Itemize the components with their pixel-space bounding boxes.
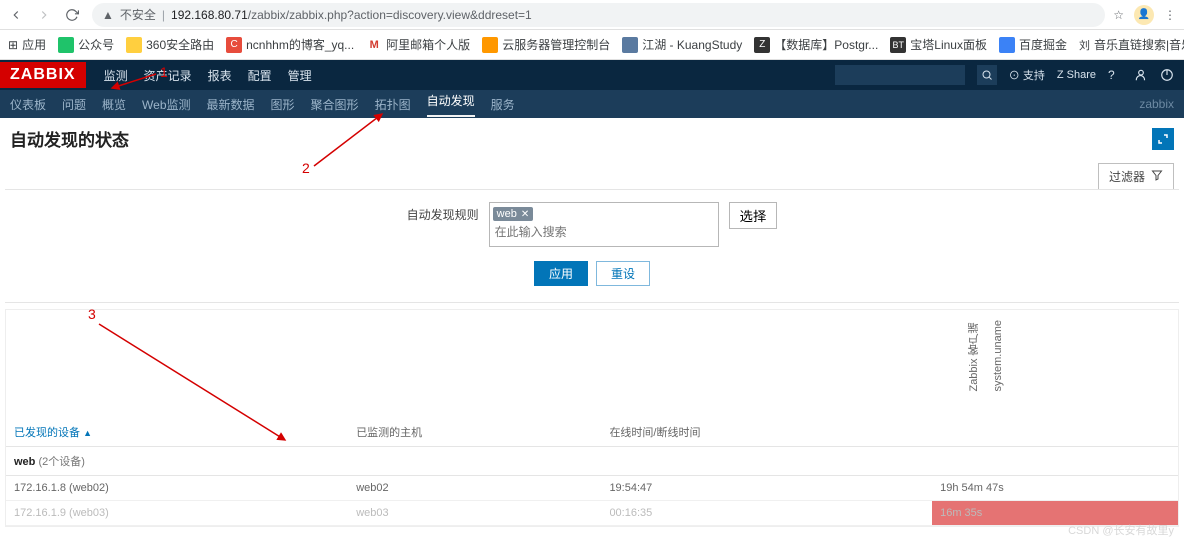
- apply-button[interactable]: 应用: [534, 261, 588, 286]
- filter-tab-bar: 过滤器: [0, 159, 1184, 189]
- sub-services[interactable]: 服务: [491, 96, 515, 113]
- address-bar[interactable]: ▲ 不安全 | 192.168.80.71/zabbix/zabbix.php?…: [92, 3, 1105, 27]
- watermark: CSDN @长安有故里y: [1068, 522, 1174, 538]
- bookmark-icon: [622, 37, 638, 53]
- bookmark-icon: M: [366, 37, 382, 53]
- reset-button[interactable]: 重设: [596, 261, 650, 286]
- col-discovered-device[interactable]: 已发现的设备 ▲: [6, 418, 348, 447]
- search-icon: [981, 69, 993, 81]
- bookmark-item[interactable]: 刘音乐直链搜索|音乐...: [1079, 36, 1184, 53]
- bookmark-item[interactable]: 江湖 - KuangStudy: [622, 36, 742, 53]
- filter-tab[interactable]: 过滤器: [1098, 163, 1174, 189]
- sub-screens[interactable]: 聚合图形: [311, 96, 359, 113]
- logo[interactable]: ZABBIX: [0, 62, 86, 88]
- tag-remove-icon[interactable]: ✕: [521, 209, 529, 220]
- page-title-row: 自动发现的状态: [0, 118, 1184, 159]
- nav-administration[interactable]: 管理: [288, 67, 312, 84]
- col-check: [932, 418, 1178, 447]
- page-title: 自动发现的状态: [10, 126, 129, 151]
- bookmark-item[interactable]: M阿里邮箱个人版: [366, 36, 470, 53]
- bookmark-item[interactable]: 百度掘金: [999, 36, 1067, 53]
- bookmark-item[interactable]: 公众号: [58, 36, 114, 53]
- cell-device: 172.16.1.9 (web03): [6, 501, 348, 526]
- cell-device: 172.16.1.8 (web02): [6, 476, 348, 501]
- nav-inventory[interactable]: 资产记录: [144, 67, 192, 84]
- cell-uptime: 00:16:35: [601, 501, 932, 526]
- result-area: Zabbix 客户端 system.uname 已发现的设备 ▲ 已监测的主机 …: [5, 309, 1179, 527]
- bookmark-icon: [482, 37, 498, 53]
- bookmark-icon: [58, 37, 74, 53]
- sub-problems[interactable]: 问题: [62, 96, 86, 113]
- sub-web[interactable]: Web监测: [142, 96, 190, 113]
- table-row: 172.16.1.8 (web02) web02 19:54:47 19h 54…: [6, 476, 1178, 501]
- profile-avatar[interactable]: 👤: [1134, 5, 1154, 25]
- insecure-label: 不安全: [120, 6, 156, 23]
- cell-host: web02: [348, 476, 601, 501]
- nav-monitoring[interactable]: 监测: [104, 67, 128, 84]
- col-monitored-host: 已监测的主机: [348, 418, 601, 447]
- kebab-menu-icon[interactable]: ⋮: [1164, 8, 1176, 22]
- sub-nav: 仪表板 问题 概览 Web监测 最新数据 图形 聚合图形 拓扑图 自动发现 服务…: [0, 90, 1184, 118]
- main-nav: 监测 资产记录 报表 配置 管理: [104, 67, 312, 84]
- cell-uptime: 19:54:47: [601, 476, 932, 501]
- bookmark-bar: ⊞应用 公众号 360安全路由 Cncnhhm的博客_yq... M阿里邮箱个人…: [0, 30, 1184, 60]
- bookmark-item[interactable]: Z【数据库】Postgr...: [754, 36, 878, 53]
- insecure-icon: ▲: [102, 8, 114, 22]
- bookmark-icon: BT: [890, 37, 906, 53]
- group-row: web (2个设备): [6, 447, 1178, 476]
- apps-icon: ⊞: [8, 38, 18, 52]
- vertical-label: system.uname: [992, 320, 1004, 392]
- discovery-rule-multiselect[interactable]: web ✕: [489, 202, 719, 247]
- nav-configuration[interactable]: 配置: [248, 67, 272, 84]
- search-button[interactable]: [977, 65, 997, 85]
- app-header: ZABBIX 监测 资产记录 报表 配置 管理 ⊙ 支持 Z Share ?: [0, 60, 1184, 90]
- cell-host: web03: [348, 501, 601, 526]
- url-host: 192.168.80.71: [171, 8, 248, 22]
- sub-overview[interactable]: 概览: [102, 96, 126, 113]
- help-icon[interactable]: ?: [1108, 68, 1122, 82]
- back-icon[interactable]: [8, 7, 24, 23]
- bookmark-item[interactable]: BT宝塔Linux面板: [890, 36, 987, 53]
- bookmark-icon: C: [226, 37, 242, 53]
- support-link[interactable]: ⊙ 支持: [1009, 67, 1045, 83]
- bookmark-item[interactable]: 360安全路由: [126, 36, 214, 53]
- sort-asc-icon: ▲: [83, 428, 92, 438]
- sub-brand: zabbix: [1139, 97, 1174, 111]
- url-rest: /zabbix/zabbix.php?action=discovery.view…: [248, 8, 532, 22]
- reload-icon[interactable]: [64, 7, 80, 23]
- sub-graphs[interactable]: 图形: [271, 96, 295, 113]
- col-uptime: 在线时间/断线时间: [601, 418, 932, 447]
- filter-panel: 自动发现规则 web ✕ 选择 应用 重设: [5, 189, 1179, 303]
- nav-reports[interactable]: 报表: [208, 67, 232, 84]
- forward-icon[interactable]: [36, 7, 52, 23]
- global-search-input[interactable]: [835, 65, 965, 85]
- sub-latest[interactable]: 最新数据: [207, 96, 255, 113]
- discovery-table: 已发现的设备 ▲ 已监测的主机 在线时间/断线时间 web (2个设备) 172…: [6, 418, 1178, 526]
- fullscreen-button[interactable]: [1152, 128, 1174, 150]
- bookmark-item[interactable]: 云服务器管理控制台: [482, 36, 610, 53]
- vertical-label: Zabbix 客户端: [966, 320, 982, 392]
- table-row: 172.16.1.9 (web03) web03 00:16:35 16m 35…: [6, 501, 1178, 526]
- user-icon[interactable]: [1134, 68, 1148, 82]
- browser-toolbar: ▲ 不安全 | 192.168.80.71/zabbix/zabbix.php?…: [0, 0, 1184, 30]
- select-button[interactable]: 选择: [729, 202, 778, 229]
- sub-discovery[interactable]: 自动发现: [427, 92, 475, 117]
- sub-maps[interactable]: 拓扑图: [375, 96, 411, 113]
- multiselect-input[interactable]: [493, 221, 715, 243]
- vertical-labels: Zabbix 客户端 system.uname: [966, 320, 1048, 392]
- bookmark-icon: [999, 37, 1015, 53]
- apps-button[interactable]: ⊞应用: [8, 36, 46, 53]
- filter-icon: [1151, 169, 1163, 184]
- share-link[interactable]: Z Share: [1057, 69, 1096, 81]
- cell-check: 19h 54m 47s: [932, 476, 1178, 501]
- bookmark-icon: Z: [754, 37, 770, 53]
- filter-tag: web ✕: [493, 207, 534, 221]
- sub-dashboard[interactable]: 仪表板: [10, 96, 46, 113]
- bookmark-item[interactable]: Cncnhhm的博客_yq...: [226, 36, 354, 53]
- fullscreen-icon: [1157, 133, 1169, 145]
- star-icon[interactable]: ☆: [1113, 8, 1124, 22]
- logout-icon[interactable]: [1160, 68, 1174, 82]
- filter-rule-label: 自动发现规则: [407, 202, 479, 223]
- bookmark-icon: [126, 37, 142, 53]
